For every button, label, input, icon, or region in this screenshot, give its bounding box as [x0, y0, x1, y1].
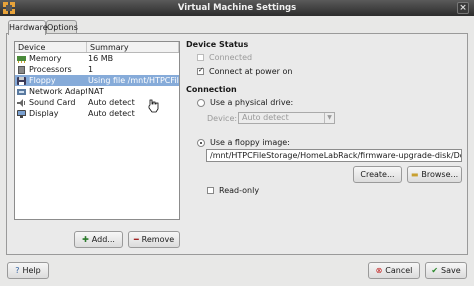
- radio-button: [197, 98, 205, 107]
- vmware-icon: [3, 2, 15, 14]
- chevron-down-icon: ▼: [324, 113, 334, 123]
- device-status-heading: Device Status: [186, 40, 249, 49]
- help-icon: ?: [15, 266, 20, 275]
- network-icon: [17, 88, 26, 95]
- checkbox-checked: [197, 66, 204, 75]
- connection-heading: Connection: [186, 85, 237, 94]
- remove-button[interactable]: ━ Remove: [128, 231, 180, 248]
- device-row-floppy[interactable]: Floppy Using file /mnt/HTPCFileStorage: [15, 75, 179, 86]
- create-button[interactable]: Create...: [353, 166, 402, 183]
- window-close-button[interactable]: ×: [457, 2, 469, 14]
- device-row-processors[interactable]: Processors 1: [15, 64, 179, 75]
- column-device[interactable]: Device: [15, 42, 87, 52]
- connect-at-power-on-checkbox[interactable]: Connect at power on: [197, 66, 292, 76]
- help-button[interactable]: ? Help: [7, 262, 49, 279]
- folder-icon: ▬: [410, 170, 419, 179]
- add-icon: ✚: [82, 235, 89, 244]
- mouse-pointer-icon: [148, 99, 159, 113]
- checkbox: [207, 187, 214, 194]
- column-summary[interactable]: Summary: [87, 42, 179, 52]
- processor-icon: [18, 65, 25, 74]
- floppy-image-path-field[interactable]: /mnt/HTPCFileStorage/HomeLabRack/firmwar…: [206, 149, 462, 162]
- list-header: Device Summary: [15, 42, 179, 53]
- save-button[interactable]: ✔ Save: [425, 262, 467, 279]
- remove-icon: ━: [133, 235, 139, 244]
- floppy-image-radio[interactable]: Use a floppy image:: [197, 138, 290, 147]
- window-title: Virtual Machine Settings: [177, 3, 297, 13]
- browse-button[interactable]: ▬ Browse...: [407, 166, 462, 183]
- physical-drive-radio[interactable]: Use a physical drive:: [197, 98, 293, 107]
- title-bar: Virtual Machine Settings ×: [0, 0, 474, 16]
- radio-button-selected: [197, 138, 205, 147]
- tab-hardware[interactable]: Hardware: [8, 20, 48, 35]
- cancel-button[interactable]: ⊗ Cancel: [368, 262, 420, 279]
- device-row-network-adapter[interactable]: Network Adapter NAT: [15, 86, 179, 97]
- cancel-icon: ⊗: [375, 266, 383, 275]
- floppy-icon: [17, 76, 26, 85]
- device-row-memory[interactable]: Memory 16 MB: [15, 53, 179, 64]
- memory-icon: [17, 55, 26, 63]
- close-icon: ×: [459, 3, 467, 13]
- checkmark-icon: ✔: [431, 266, 439, 275]
- sound-icon: [17, 98, 25, 107]
- checkbox: [197, 54, 204, 61]
- read-only-checkbox[interactable]: Read-only: [207, 186, 259, 195]
- device-label: Device:: [207, 114, 238, 123]
- display-icon: [17, 109, 26, 118]
- device-dropdown[interactable]: Auto detect ▼: [238, 112, 335, 124]
- tab-options[interactable]: Options: [46, 20, 78, 34]
- device-list[interactable]: Device Summary Memory 16 MB Processors 1…: [14, 41, 180, 220]
- connected-checkbox[interactable]: Connected: [197, 53, 252, 62]
- hardware-panel: Device Summary Memory 16 MB Processors 1…: [6, 33, 468, 255]
- add-button[interactable]: ✚ Add...: [74, 231, 123, 248]
